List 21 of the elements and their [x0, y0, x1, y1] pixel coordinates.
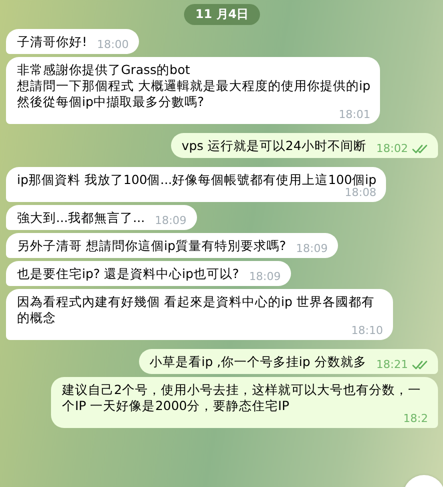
- message-text: 因為看程式內建有好幾個 看起來是資料中心的ip 世界各國都有的概念: [17, 294, 376, 326]
- message-text: 非常感謝你提供了Grass的bot 想請問一下那個程式 大概邏輯就是最大程度的使用你提供的ip 然後從每個ip中擷取最多分數嗎?: [17, 62, 370, 110]
- message-time: 18:09: [249, 270, 281, 283]
- date-pill: 11 月4日: [184, 4, 260, 25]
- message-text: 小草是看ip ,你一个号多挂ip 分数就多: [150, 354, 366, 370]
- message-text: 強大到...我都無言了...: [17, 210, 145, 226]
- message-time: 18:02: [376, 142, 408, 155]
- message-text: vps 运行就是可以24小时不间断: [182, 138, 366, 154]
- message-time: 18:10: [351, 324, 383, 337]
- message-time: 18:09: [154, 214, 187, 227]
- message-time: 18:2: [403, 412, 428, 425]
- message-time: 18:09: [296, 242, 328, 255]
- message-text: ip那個資料 我放了100個...好像每個帳號都有使用上這100個ip: [17, 172, 376, 188]
- message-time: 18:00: [97, 38, 129, 51]
- message-text: 子清哥你好!: [17, 34, 88, 50]
- message-text: 也是要住宅ip? 還是資料中心ip也可以?: [17, 266, 240, 282]
- message-time: 18:08: [344, 186, 376, 199]
- message-time: 18:21: [376, 358, 408, 371]
- message-text: 建议自己2个号，使用小号去挂，这样就可以大号也有分数，一个IP 一天好像是2000分，要静态住宅IP: [62, 382, 422, 414]
- message-time: 18:01: [338, 108, 370, 121]
- message-text: 另外子清哥 想請問你這個ip質量有特別要求嗎?: [17, 238, 286, 254]
